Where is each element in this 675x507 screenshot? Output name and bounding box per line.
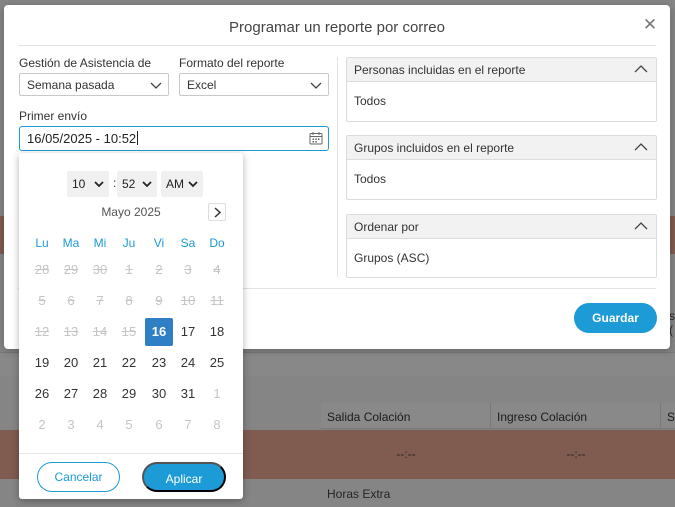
weekday-label: Mi [93, 236, 107, 250]
next-month-button[interactable] [208, 203, 226, 221]
column-divider [337, 57, 338, 277]
chevron-down-icon [150, 82, 162, 89]
day-cell: 30 [92, 262, 108, 277]
minute-value: 52 [122, 177, 136, 191]
day-cell: 12 [34, 324, 50, 339]
day-cell[interactable]: 28 [86, 380, 114, 408]
time-separator: : [113, 176, 117, 190]
panel-groups-value: Todos [354, 172, 387, 186]
panel-order-title: Ordenar por [354, 220, 419, 234]
first-send-input[interactable]: 16/05/2025 - 10:52 [19, 126, 329, 151]
day-cell[interactable]: 3 [57, 411, 85, 439]
format-label: Formato del reporte [179, 56, 285, 70]
panel-order-value: Grupos (ASC) [354, 251, 430, 265]
date-picker: 10 : 52 AM Mayo 2025 Lu Ma Mi Ju Vi Sa Do 28 29… [19, 153, 243, 499]
day-cell: 9 [155, 293, 163, 308]
day-cell[interactable]: 8 [203, 411, 231, 439]
panel-groups: Grupos incluidos en el reporte Todos [346, 135, 657, 200]
day-cell[interactable]: 27 [57, 380, 85, 408]
chevron-down-icon [94, 181, 104, 188]
day-cell: 11 [210, 293, 224, 308]
calendar-icon[interactable] [309, 131, 323, 145]
weekday-label: Sa [180, 236, 196, 250]
day-cell: 2 [155, 262, 163, 277]
day-cell[interactable]: 25 [203, 349, 231, 377]
day-cell: 1 [125, 262, 133, 277]
day-cell[interactable]: 26 [28, 380, 56, 408]
day-cell: 5 [38, 293, 46, 308]
day-cell[interactable]: 24 [174, 349, 202, 377]
minute-select[interactable]: 52 [117, 171, 157, 197]
weekday-label: Lu [35, 236, 49, 250]
save-button[interactable]: Guardar [574, 303, 657, 333]
chevron-down-icon [142, 181, 152, 188]
day-cell: 10 [180, 293, 196, 308]
weekday-label: Do [209, 236, 225, 250]
divider [19, 453, 243, 454]
first-send-label: Primer envío [19, 109, 88, 123]
hour-select[interactable]: 10 [67, 171, 109, 197]
day-cell[interactable]: 17 [174, 318, 202, 346]
attendance-select[interactable]: Semana pasada [19, 73, 169, 96]
day-cell[interactable]: 19 [28, 349, 56, 377]
day-cell: 3 [184, 262, 192, 277]
day-cell: 15 [121, 324, 137, 339]
day-cell[interactable]: 5 [115, 411, 143, 439]
ampm-value: AM [166, 177, 184, 191]
panel-groups-header[interactable]: Grupos incluidos en el reporte [347, 136, 656, 160]
day-cell: 13 [63, 324, 79, 339]
weekday-label: Ju [122, 236, 136, 250]
text-caret [137, 131, 139, 145]
weekday-label: Vi [153, 236, 165, 250]
day-cell[interactable]: 30 [145, 380, 173, 408]
chevron-up-icon [634, 65, 648, 73]
panel-people-value: Todos [354, 94, 387, 108]
day-cell[interactable]: 7 [174, 411, 202, 439]
panel-groups-title: Grupos incluidos en el reporte [354, 141, 515, 155]
day-cell: 29 [63, 262, 79, 277]
day-cell[interactable]: 29 [115, 380, 143, 408]
first-send-value: 16/05/2025 - 10:52 [27, 131, 137, 146]
day-cell[interactable]: 20 [57, 349, 85, 377]
modal-title: Programar un reporte por correo [229, 19, 445, 36]
day-cell: 7 [96, 293, 104, 308]
day-cell: 14 [92, 324, 108, 339]
day-cell[interactable]: 23 [145, 349, 173, 377]
ampm-select[interactable]: AM [161, 171, 203, 197]
hour-value: 10 [72, 177, 86, 191]
attendance-select-value: Semana pasada [27, 78, 115, 92]
divider [18, 45, 656, 46]
format-select[interactable]: Excel [179, 73, 329, 96]
panel-people: Personas incluidas en el reporte Todos [346, 57, 657, 122]
close-icon[interactable]: ✕ [642, 16, 658, 33]
panel-people-title: Personas incluidas en el reporte [354, 63, 526, 77]
cancel-button[interactable]: Cancelar [37, 462, 120, 492]
day-cell[interactable]: 2 [28, 411, 56, 439]
day-cell[interactable]: 22 [115, 349, 143, 377]
day-cell: 28 [34, 262, 50, 277]
panel-order-header[interactable]: Ordenar por [347, 215, 656, 239]
day-cell: 8 [125, 293, 133, 308]
panel-order: Ordenar por Grupos (ASC) [346, 214, 657, 278]
chevron-down-icon [310, 82, 322, 89]
format-select-value: Excel [187, 78, 217, 92]
day-cell: 6 [67, 293, 75, 308]
panel-people-header[interactable]: Personas incluidas en el reporte [347, 58, 656, 82]
day-cell[interactable]: 18 [203, 318, 231, 346]
chevron-down-icon [188, 181, 198, 188]
day-cell: 4 [213, 262, 221, 277]
day-cell[interactable]: 21 [86, 349, 114, 377]
day-cell-selected[interactable]: 16 [145, 318, 173, 346]
attendance-label: Gestión de Asistencia de [19, 56, 152, 70]
apply-button[interactable]: Aplicar [142, 462, 226, 492]
chevron-right-icon [214, 207, 222, 218]
chevron-up-icon [634, 222, 648, 230]
day-cell[interactable]: 4 [86, 411, 114, 439]
day-cell[interactable]: 31 [174, 380, 202, 408]
weekday-label: Ma [62, 236, 80, 250]
day-cell[interactable]: 1 [203, 380, 231, 408]
chevron-up-icon [634, 143, 648, 151]
day-cell[interactable]: 6 [145, 411, 173, 439]
time-selector: 10 : 52 AM [19, 171, 243, 197]
